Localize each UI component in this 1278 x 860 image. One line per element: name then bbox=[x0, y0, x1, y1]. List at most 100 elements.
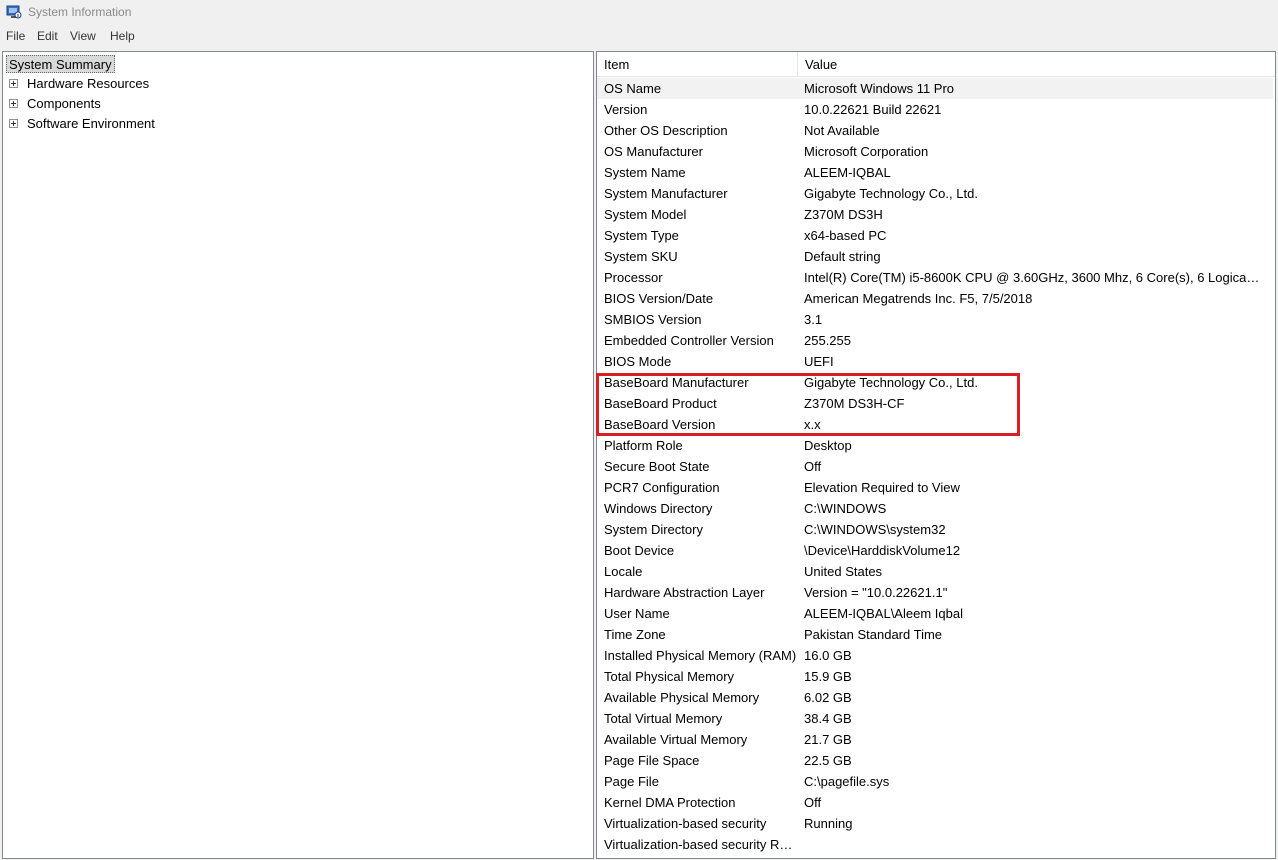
cell-value: \Device\HarddiskVolume12 bbox=[804, 543, 961, 558]
table-row[interactable]: Kernel DMA Protection Off bbox=[597, 792, 1275, 813]
cell-item: BIOS Version/Date bbox=[604, 291, 714, 306]
cell-value: Z370M DS3H bbox=[804, 207, 883, 222]
table-row[interactable]: SMBIOS Version 3.1 bbox=[597, 309, 1275, 330]
tree-item-system-summary[interactable]: System Summary bbox=[6, 55, 115, 73]
cell-value: 10.0.22621 Build 22621 bbox=[804, 102, 942, 117]
menu-edit[interactable]: Edit bbox=[36, 29, 59, 43]
table-row[interactable]: System Model Z370M DS3H bbox=[597, 204, 1275, 225]
table-row[interactable]: OS Name Microsoft Windows 11 Pro bbox=[597, 78, 1273, 99]
cell-value: Off bbox=[804, 459, 822, 474]
table-row[interactable]: Boot Device \Device\HarddiskVolume12 bbox=[597, 540, 1275, 561]
table-row[interactable]: Version 10.0.22621 Build 22621 bbox=[597, 99, 1275, 120]
cell-item: System Manufacturer bbox=[604, 186, 728, 201]
cell-value: 21.7 GB bbox=[804, 732, 852, 747]
cell-item: Page File Space bbox=[604, 753, 700, 768]
table-row[interactable]: Installed Physical Memory (RAM) 16.0 GB bbox=[597, 645, 1275, 666]
cell-value: Default string bbox=[804, 249, 881, 264]
cell-value: Desktop bbox=[804, 438, 852, 453]
table-row[interactable]: Page File C:\pagefile.sys bbox=[597, 771, 1275, 792]
cell-item: Installed Physical Memory (RAM) bbox=[604, 648, 797, 663]
table-row[interactable]: PCR7 Configuration Elevation Required to … bbox=[597, 477, 1275, 498]
category-tree[interactable]: System Summary Hardware Resources Compon… bbox=[2, 51, 594, 859]
cell-value: ALEEM-IQBAL bbox=[804, 165, 891, 180]
table-row[interactable]: Platform Role Desktop bbox=[597, 435, 1275, 456]
table-row[interactable]: BaseBoard Manufacturer Gigabyte Technolog… bbox=[597, 372, 1275, 393]
table-row[interactable]: Total Physical Memory 15.9 GB bbox=[597, 666, 1275, 687]
cell-item: Windows Directory bbox=[604, 501, 713, 516]
cell-value: 38.4 GB bbox=[804, 711, 852, 726]
cell-item: System SKU bbox=[604, 249, 678, 264]
cell-item: System Model bbox=[604, 207, 687, 222]
cell-item: Time Zone bbox=[604, 627, 666, 642]
cell-item: BIOS Mode bbox=[604, 354, 672, 369]
cell-item: Secure Boot State bbox=[604, 459, 710, 474]
cell-item: System Type bbox=[604, 228, 679, 243]
expand-plus-icon[interactable] bbox=[9, 99, 18, 108]
table-row[interactable]: BaseBoard Product Z370M DS3H-CF bbox=[597, 393, 1275, 414]
cell-item: Page File bbox=[604, 774, 659, 789]
cell-item: Platform Role bbox=[604, 438, 683, 453]
table-row[interactable]: Available Physical Memory 6.02 GB bbox=[597, 687, 1275, 708]
table-row[interactable]: Windows Directory C:\WINDOWS bbox=[597, 498, 1275, 519]
tree-item-label: Software Environment bbox=[27, 116, 155, 131]
expand-plus-icon[interactable] bbox=[9, 119, 18, 128]
cell-item: SMBIOS Version bbox=[604, 312, 702, 327]
expand-plus-icon[interactable] bbox=[9, 79, 18, 88]
cell-value: 3.1 bbox=[804, 312, 823, 327]
table-row[interactable]: BIOS Mode UEFI bbox=[597, 351, 1275, 372]
table-row[interactable]: BaseBoard Version x.x bbox=[597, 414, 1275, 435]
table-row[interactable]: Hardware Abstraction Layer Version = "10.… bbox=[597, 582, 1275, 603]
cell-item: PCR7 Configuration bbox=[604, 480, 720, 495]
table-row[interactable]: Virtualization-based security Re... bbox=[597, 834, 1275, 855]
cell-value: United States bbox=[804, 564, 883, 579]
tree-item-label: Components bbox=[27, 96, 101, 111]
cell-value: Microsoft Windows 11 Pro bbox=[804, 81, 955, 96]
cell-item: OS Manufacturer bbox=[604, 144, 703, 159]
cell-item: Boot Device bbox=[604, 543, 675, 558]
cell-value: Gigabyte Technology Co., Ltd. bbox=[804, 186, 978, 201]
table-row[interactable]: System SKU Default string bbox=[597, 246, 1275, 267]
table-row[interactable]: System Manufacturer Gigabyte Technology C… bbox=[597, 183, 1275, 204]
cell-value: x64-based PC bbox=[804, 228, 887, 243]
cell-value: 255.255 bbox=[804, 333, 851, 348]
menu-bar: File Edit View Help bbox=[0, 27, 1278, 47]
column-header-item[interactable]: Item bbox=[597, 52, 798, 77]
cell-value: Running bbox=[804, 816, 853, 831]
list-header: Item Value bbox=[597, 52, 1275, 77]
table-row[interactable]: BIOS Version/Date American Megatrends Inc… bbox=[597, 288, 1275, 309]
menu-help[interactable]: Help bbox=[109, 29, 136, 43]
column-header-value[interactable]: Value bbox=[798, 52, 1275, 77]
cell-value: C:\WINDOWS\system32 bbox=[804, 522, 946, 537]
table-row[interactable]: Total Virtual Memory 38.4 GB bbox=[597, 708, 1275, 729]
table-row[interactable]: Locale United States bbox=[597, 561, 1275, 582]
table-row[interactable]: User Name ALEEM-IQBAL\Aleem Iqbal bbox=[597, 603, 1275, 624]
table-row[interactable]: Secure Boot State Off bbox=[597, 456, 1275, 477]
cell-item: BaseBoard Manufacturer bbox=[604, 375, 749, 390]
cell-item: Other OS Description bbox=[604, 123, 728, 138]
list-rows: OS Name Microsoft Windows 11 Pro Version 10… bbox=[597, 78, 1275, 855]
title-bar: System Information bbox=[0, 0, 1278, 26]
table-row[interactable]: OS Manufacturer Microsoft Corporation bbox=[597, 141, 1275, 162]
table-row[interactable]: Processor Intel(R) Core(TM) i5-8600K CPU … bbox=[597, 267, 1275, 288]
cell-item: Kernel DMA Protection bbox=[604, 795, 736, 810]
cell-value: C:\pagefile.sys bbox=[804, 774, 890, 789]
cell-item: Processor bbox=[604, 270, 663, 285]
menu-file[interactable]: File bbox=[5, 29, 26, 43]
cell-value: Gigabyte Technology Co., Ltd. bbox=[804, 375, 978, 390]
menu-view[interactable]: View bbox=[69, 29, 97, 43]
table-row[interactable]: System Type x64-based PC bbox=[597, 225, 1275, 246]
cell-item: Embedded Controller Version bbox=[604, 333, 774, 348]
cell-item: System Name bbox=[604, 165, 686, 180]
table-row[interactable]: System Directory C:\WINDOWS\system32 bbox=[597, 519, 1275, 540]
table-row[interactable]: Embedded Controller Version 255.255 bbox=[597, 330, 1275, 351]
cell-value: 6.02 GB bbox=[804, 690, 852, 705]
table-row[interactable]: Virtualization-based security Running bbox=[597, 813, 1275, 834]
table-row[interactable]: Available Virtual Memory 21.7 GB bbox=[597, 729, 1275, 750]
table-row[interactable]: Page File Space 22.5 GB bbox=[597, 750, 1275, 771]
cell-value: Version = "10.0.22621.1" bbox=[804, 585, 948, 600]
cell-item: OS Name bbox=[604, 81, 662, 96]
table-row[interactable]: System Name ALEEM-IQBAL bbox=[597, 162, 1275, 183]
details-list[interactable]: Item Value OS Name Microsoft Windows 11 P… bbox=[596, 51, 1276, 859]
table-row[interactable]: Time Zone Pakistan Standard Time bbox=[597, 624, 1275, 645]
table-row[interactable]: Other OS Description Not Available bbox=[597, 120, 1275, 141]
